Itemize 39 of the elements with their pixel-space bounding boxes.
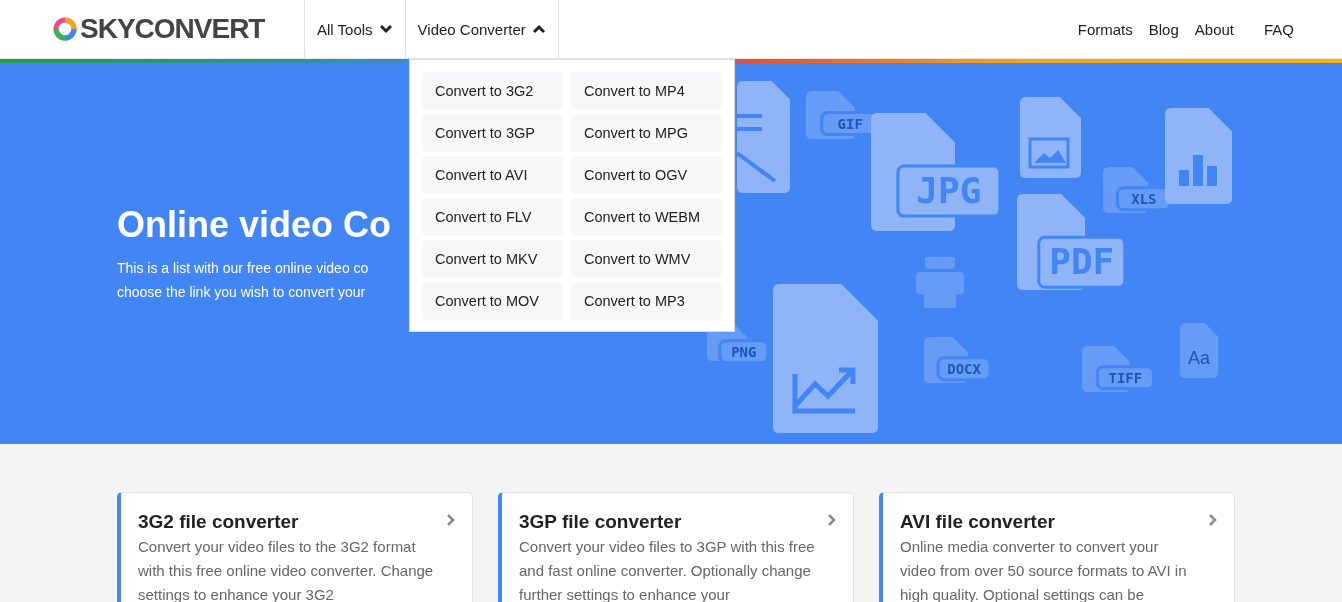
- nav-link[interactable]: FAQ: [1264, 20, 1294, 38]
- chart-file-icon: [773, 284, 878, 433]
- nav-link[interactable]: About: [1194, 20, 1234, 38]
- dropdown-item[interactable]: Convert to MOV: [422, 282, 563, 320]
- nav-link[interactable]: Formats: [1077, 20, 1133, 38]
- dropdown-item[interactable]: Convert to AVI: [422, 156, 563, 194]
- dropdown-item[interactable]: Convert to MP3: [571, 282, 722, 320]
- dropdown-item[interactable]: Convert to MKV: [422, 240, 563, 278]
- hero-text: choose the link you wish to convert your: [117, 282, 366, 302]
- file-label: XLS: [1131, 191, 1157, 207]
- file-label: JPG: [916, 170, 982, 212]
- file-label: Aa: [1188, 348, 1210, 368]
- hero-text: This is a list with our free online video co: [117, 258, 369, 278]
- logo-text: SKYCONVERT: [80, 13, 265, 45]
- dropdown-item[interactable]: Convert to MPG: [571, 114, 722, 152]
- file-label: PDF: [1049, 241, 1115, 283]
- logo-icon: [52, 16, 78, 42]
- dropdown-item[interactable]: Convert to OGV: [571, 156, 722, 194]
- card-title: 3GP file converter: [519, 511, 683, 533]
- dropdown-item[interactable]: Convert to MP4: [571, 72, 722, 110]
- chevron-right-icon: [827, 513, 837, 527]
- hero-title: Online video Co: [117, 203, 392, 246]
- file-label: TIFF: [1108, 370, 1143, 386]
- nav-menu[interactable]: Video Converter: [404, 0, 559, 58]
- nav-link[interactable]: Blog: [1148, 20, 1179, 38]
- dropdown-item[interactable]: Convert to WEBM: [571, 198, 722, 236]
- chevron-right-icon: [1208, 513, 1218, 527]
- chevron-right-icon: [446, 513, 456, 527]
- dropdown-item[interactable]: Convert to 3G2: [422, 72, 563, 110]
- image-file-icon: [1020, 97, 1081, 178]
- card-title: AVI file converter: [900, 511, 1056, 533]
- dropdown-item[interactable]: Convert to WMV: [571, 240, 722, 278]
- card-title: 3G2 file converter: [138, 511, 300, 533]
- file-label: PNG: [731, 343, 757, 360]
- dropdown-item[interactable]: Convert to FLV: [422, 198, 563, 236]
- file-label: GIF: [837, 115, 863, 132]
- printer-icon: [916, 257, 964, 308]
- file-label: DOCX: [947, 361, 981, 377]
- dropdown-item[interactable]: Convert to 3GP: [422, 114, 563, 152]
